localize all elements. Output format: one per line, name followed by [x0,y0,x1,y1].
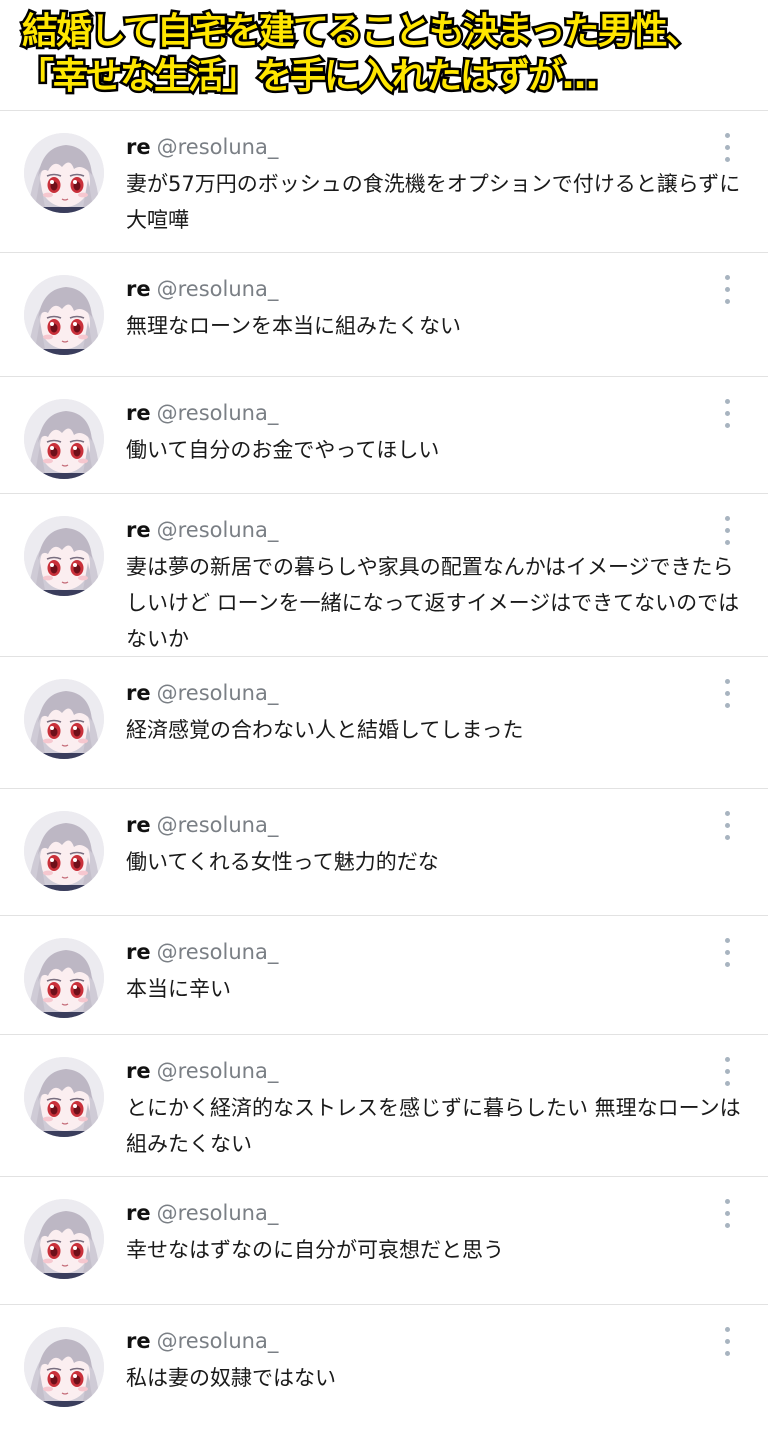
more-vertical-icon[interactable] [720,133,736,163]
avatar[interactable] [24,938,104,1018]
tweet-item[interactable]: re @resoluna_ 無理なローンを本当に組みたくない [0,252,768,376]
author-name[interactable]: re [126,135,151,159]
author-name[interactable]: re [126,681,151,705]
more-vertical-icon[interactable] [720,1199,736,1229]
headline-banner: 結婚して自宅を建てることも決まった男性、 「幸せな生活」を手に入れたはずが… [0,0,768,110]
avatar[interactable] [24,516,104,596]
tweet-item[interactable]: re @resoluna_ 働いて自分のお金でやってほしい [0,376,768,493]
more-vertical-icon[interactable] [720,1327,736,1357]
avatar[interactable] [24,1327,104,1407]
author-name[interactable]: re [126,940,151,964]
author-handle[interactable]: @resoluna_ [157,1059,279,1083]
tweet-text: とにかく経済的なストレスを感じずに暮らしたい 無理なローンは組みたくない [126,1096,741,1156]
tweet-item[interactable]: re @resoluna_ とにかく経済的なストレスを感じずに暮らしたい 無理なロ… [0,1034,768,1176]
avatar[interactable] [24,679,104,759]
tweet-text: 妻が57万円のボッシュの食洗機をオプションで付けると譲らずに大喧嘩 [126,172,741,232]
avatar[interactable] [24,1199,104,1279]
tweet-item[interactable]: re @resoluna_ 働いてくれる女性って魅力的だな [0,788,768,915]
tweet-item[interactable]: re @resoluna_ 幸せなはずなのに自分が可哀想だと思う [0,1176,768,1304]
tweet-item[interactable]: re @resoluna_ 経済感覚の合わない人と結婚してしまった [0,656,768,788]
tweet-text: 働いてくれる女性って魅力的だな [126,850,439,874]
more-vertical-icon[interactable] [720,811,736,841]
avatar[interactable] [24,1057,104,1137]
author-name[interactable]: re [126,518,151,542]
tweet-text: 私は妻の奴隷ではない [126,1366,336,1390]
tweet-text: 妻は夢の新居での暮らしや家具の配置なんかはイメージできたらしいけど ローンを一緒… [126,555,740,651]
author-name[interactable]: re [126,1329,151,1353]
tweet-author: re @resoluna_ [126,811,278,839]
tweet-text: 幸せなはずなのに自分が可哀想だと思う [126,1238,504,1262]
headline-line-2: 「幸せな生活」を手に入れたはずが… [15,54,600,99]
avatar[interactable] [24,811,104,891]
author-handle[interactable]: @resoluna_ [157,518,279,542]
author-handle[interactable]: @resoluna_ [157,1201,279,1225]
avatar[interactable] [24,133,104,213]
author-handle[interactable]: @resoluna_ [157,940,279,964]
author-name[interactable]: re [126,1059,151,1083]
more-vertical-icon[interactable] [720,399,736,429]
author-handle[interactable]: @resoluna_ [157,277,279,301]
headline-line-1: 結婚して自宅を建てることも決まった男性、 [19,9,703,54]
more-vertical-icon[interactable] [720,275,736,305]
tweet-author: re @resoluna_ [126,1327,278,1355]
tweet-text: 働いて自分のお金でやってほしい [126,438,440,462]
author-handle[interactable]: @resoluna_ [157,813,279,837]
author-name[interactable]: re [126,401,151,425]
tweet-item[interactable]: re @resoluna_ 妻は夢の新居での暮らしや家具の配置なんかはイメージでき… [0,493,768,656]
tweet-text: 本当に辛い [126,977,231,1001]
more-vertical-icon[interactable] [720,938,736,968]
tweet-item[interactable]: re @resoluna_ 妻が57万円のボッシュの食洗機をオプションで付けると譲… [0,110,768,252]
tweet-text: 経済感覚の合わない人と結婚してしまった [126,718,524,742]
author-name[interactable]: re [126,277,151,301]
author-name[interactable]: re [126,1201,151,1225]
tweet-item[interactable]: re @resoluna_ 私は妻の奴隷ではない [0,1304,768,1448]
tweet-text: 無理なローンを本当に組みたくない [126,314,461,338]
avatar[interactable] [24,275,104,355]
author-name[interactable]: re [126,813,151,837]
tweet-author: re @resoluna_ [126,938,278,966]
tweet-author: re @resoluna_ [126,1199,278,1227]
author-handle[interactable]: @resoluna_ [157,135,279,159]
tweet-author: re @resoluna_ [126,516,278,544]
more-vertical-icon[interactable] [720,1057,736,1087]
tweet-item[interactable]: re @resoluna_ 本当に辛い [0,915,768,1034]
tweet-author: re @resoluna_ [126,133,278,161]
author-handle[interactable]: @resoluna_ [157,401,279,425]
more-vertical-icon[interactable] [720,679,736,709]
avatar[interactable] [24,399,104,479]
tweet-timeline: re @resoluna_ 妻が57万円のボッシュの食洗機をオプションで付けると譲… [0,110,768,1448]
tweet-author: re @resoluna_ [126,679,278,707]
tweet-author: re @resoluna_ [126,399,278,427]
author-handle[interactable]: @resoluna_ [157,681,279,705]
author-handle[interactable]: @resoluna_ [157,1329,279,1353]
tweet-author: re @resoluna_ [126,1057,278,1085]
more-vertical-icon[interactable] [720,516,736,546]
tweet-author: re @resoluna_ [126,275,278,303]
